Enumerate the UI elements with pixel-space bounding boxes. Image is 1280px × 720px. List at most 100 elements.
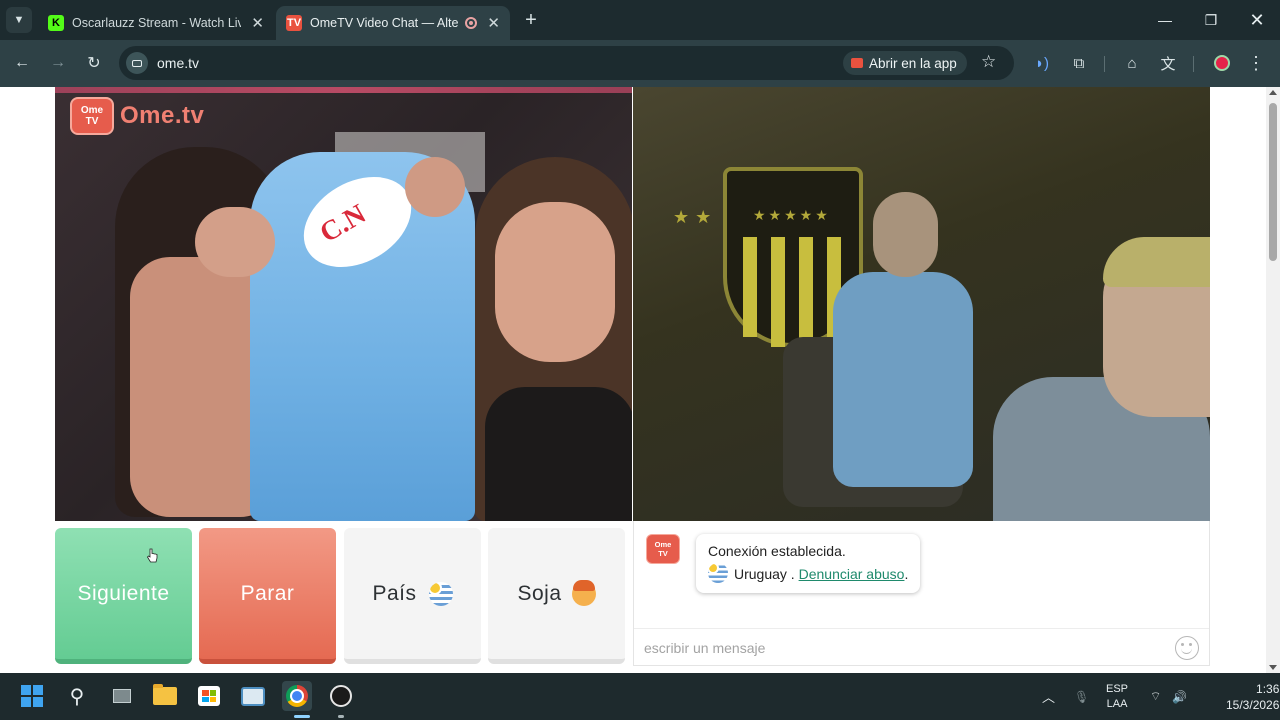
minimize-icon: — xyxy=(1158,12,1172,28)
uruguay-flag-icon xyxy=(708,563,728,583)
tab-title: Oscarlauzz Stream - Watch Live xyxy=(72,16,242,30)
address-bar[interactable]: ome.tv Abrir en la app ☆ xyxy=(119,46,1014,80)
tab-kick-stream[interactable]: K Oscarlauzz Stream - Watch Live ✕ xyxy=(38,6,274,40)
toolbar-divider xyxy=(1193,56,1194,72)
task-view-icon[interactable] xyxy=(107,681,137,711)
ometv-chat-icon: Ome TV xyxy=(646,534,680,564)
page-scrollbar[interactable] xyxy=(1266,87,1280,673)
country-filter-button[interactable]: País xyxy=(344,528,481,664)
minimize-button[interactable]: — xyxy=(1142,0,1188,40)
file-explorer-icon[interactable] xyxy=(150,681,180,711)
microphone-icon[interactable]: 🎙 xyxy=(1074,673,1089,720)
self-video: ★★ ★★★★★ xyxy=(633,87,1210,521)
report-abuse-link[interactable]: Denunciar abuso xyxy=(799,566,905,582)
arrow-right-icon: → xyxy=(50,54,66,71)
new-tab-button[interactable]: + xyxy=(520,9,542,31)
windows-start-icon xyxy=(21,685,43,707)
clock-time: 1:36 xyxy=(1256,681,1280,696)
open-in-app-label: Abrir en la app xyxy=(869,55,957,71)
system-message: Conexión establecida. Uruguay . Denuncia… xyxy=(696,534,921,593)
boy-face-icon xyxy=(571,579,596,606)
site-info-icon[interactable] xyxy=(126,52,148,74)
menu-icon[interactable]: ⋮ xyxy=(1245,52,1267,74)
obs-running-indicator xyxy=(338,715,344,718)
translate-icon[interactable]: 文 xyxy=(1157,52,1179,74)
wifi-icon[interactable]: ⌔ xyxy=(1150,673,1161,720)
extensions-icon[interactable]: ⧉ xyxy=(1068,52,1090,74)
ometv-icon: TV xyxy=(286,15,302,31)
next-label: Siguiente xyxy=(77,581,170,605)
tab-ometv[interactable]: TV OmeTV Video Chat — Alterr ✕ xyxy=(276,6,510,40)
tab-strip: ▼ K Oscarlauzz Stream - Watch Live ✕ TV … xyxy=(0,0,1280,40)
language-code: ESP xyxy=(1106,682,1129,695)
connection-status: Conexión establecida. xyxy=(708,543,846,559)
partner-country-line: Uruguay . Denunciar abuso. xyxy=(708,563,908,586)
close-tab-icon[interactable]: ✕ xyxy=(251,14,264,32)
keyboard-layout-code: LAA xyxy=(1106,697,1128,710)
ometv-page: C.N Ome TV Ome.tv ★★ ★★★★★ Siguiente Par… xyxy=(0,87,1266,673)
scrollbar-thumb[interactable] xyxy=(1269,103,1277,261)
report-suffix: . xyxy=(904,566,909,582)
scroll-down-icon[interactable] xyxy=(1269,665,1277,670)
logo-line-1: Ome xyxy=(80,105,104,116)
partner-video: C.N Ome TV Ome.tv xyxy=(55,87,632,521)
chat-message-input[interactable] xyxy=(644,635,1164,661)
incognito-icon[interactable]: ⌂ xyxy=(1121,52,1143,74)
chrome-icon[interactable] xyxy=(282,681,312,711)
logo-line-2: TV xyxy=(85,116,99,127)
back-button[interactable]: ← xyxy=(11,52,33,74)
clock-date: 15/3/2026 xyxy=(1226,697,1280,712)
ometv-logo-icon: Ome TV xyxy=(70,97,114,135)
tab-title: OmeTV Video Chat — Alterr xyxy=(310,16,460,30)
stop-label: Parar xyxy=(240,581,295,605)
profile-icon[interactable] xyxy=(1211,52,1233,74)
chrome-active-indicator xyxy=(294,715,310,718)
voice-icon[interactable]: ◗) xyxy=(1031,52,1053,74)
gender-label: Soja xyxy=(517,581,562,605)
stop-button[interactable]: Parar xyxy=(199,528,336,664)
open-in-app-button[interactable]: Abrir en la app xyxy=(843,51,967,75)
logo-line-2: TV xyxy=(658,549,668,558)
restore-icon: ❐ xyxy=(1204,11,1218,28)
restore-button[interactable]: ❐ xyxy=(1188,0,1234,40)
system-clock[interactable]: 1:36 15/3/2026 xyxy=(1226,673,1279,720)
close-tab-icon[interactable]: ✕ xyxy=(487,14,500,32)
start-button[interactable] xyxy=(17,681,47,711)
plus-icon: + xyxy=(525,8,537,31)
app-icon xyxy=(851,58,863,68)
next-button[interactable]: Siguiente xyxy=(55,528,192,664)
recording-icon xyxy=(465,17,478,29)
forward-button[interactable]: → xyxy=(47,52,69,74)
search-icon[interactable]: ⚲ xyxy=(62,681,92,711)
reload-icon: ↻ xyxy=(87,55,101,72)
partner-country: Uruguay . xyxy=(734,566,795,582)
bookmark-star-icon[interactable]: ☆ xyxy=(981,52,996,72)
windows-taskbar: ⚲ ︿ 🎙 ESP LAA ⌔ 🔊 1:36 15/3/2026 xyxy=(0,673,1280,720)
chat-input-bar xyxy=(634,628,1209,666)
url-text[interactable]: ome.tv xyxy=(157,55,199,71)
ometv-logo: Ome TV Ome.tv xyxy=(70,97,204,135)
obs-icon[interactable] xyxy=(326,681,356,711)
emoji-icon[interactable] xyxy=(1175,636,1199,660)
arrow-left-icon: ← xyxy=(14,54,30,71)
gender-filter-button[interactable]: Soja xyxy=(488,528,625,664)
microsoft-store-icon[interactable] xyxy=(194,681,224,711)
reload-button[interactable]: ↻ xyxy=(83,52,105,74)
ometv-logo-text: Ome.tv xyxy=(120,102,205,129)
show-hidden-icons-chevron-up-icon[interactable]: ︿ xyxy=(1042,673,1055,720)
hand-cursor-icon xyxy=(146,548,158,563)
navigation-bar: ← → ↻ ome.tv Abrir en la app ☆ ◗) ⧉ ⌂ 文 … xyxy=(0,40,1280,87)
tab-search-menu-button[interactable]: ▼ xyxy=(6,7,32,33)
volume-icon[interactable]: 🔊 xyxy=(1172,673,1187,720)
logo-line-1: Ome xyxy=(654,540,672,549)
photos-icon[interactable] xyxy=(238,681,268,711)
close-window-button[interactable]: ✕ xyxy=(1234,0,1280,40)
input-language-indicator[interactable]: ESP LAA xyxy=(1106,673,1128,720)
toolbar-divider xyxy=(1104,56,1105,72)
kick-icon: K xyxy=(48,15,64,31)
scroll-up-icon[interactable] xyxy=(1269,90,1277,95)
uruguay-flag-icon xyxy=(428,581,453,606)
close-icon: ✕ xyxy=(1249,9,1265,30)
chevron-down-icon: ▼ xyxy=(13,14,25,26)
country-label: País xyxy=(372,581,417,605)
